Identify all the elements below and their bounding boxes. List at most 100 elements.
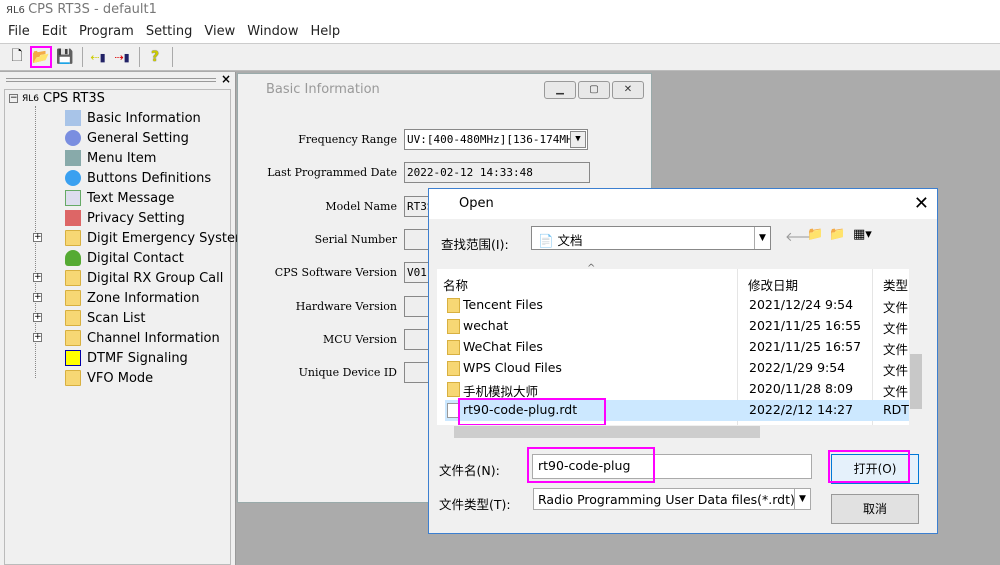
tree-item-label: Scan List (87, 310, 146, 326)
menu-window[interactable]: Window (241, 24, 304, 40)
open-folder-icon[interactable]: 📂 (30, 46, 52, 68)
expand-icon[interactable]: + (33, 273, 42, 282)
file-row[interactable]: wechat 2021/11/25 16:55 文件 (445, 316, 915, 337)
close-button[interactable]: ✕ (612, 81, 644, 99)
tree-view: − ЯL6 CPS RT3S Basic Information General Se… (4, 89, 248, 565)
tree-item-label: Privacy Setting (87, 210, 185, 226)
contact-icon (65, 250, 81, 266)
tree-item[interactable]: VFO Mode (65, 368, 153, 388)
filename-label: 文件名(N): (439, 463, 500, 478)
tree-item[interactable]: Channel Information (65, 328, 220, 348)
dialog-caption: Open (429, 189, 937, 219)
folder-icon (447, 319, 460, 334)
tree-item[interactable]: Digit Emergency System (65, 228, 248, 248)
tree-item-label: VFO Mode (87, 370, 154, 386)
tree-item[interactable]: Digital Contact (65, 248, 184, 268)
menu-view[interactable]: View (198, 24, 241, 40)
open-file-dialog: Open ✕ 查找范围(I): 📄 文档 ▼ 🡐 📁 📁 ▦▾ 名称 ^ 修改日期… (428, 188, 938, 534)
tree-item[interactable]: Basic Information (65, 108, 201, 128)
vertical-scrollbar[interactable] (909, 269, 923, 425)
field-label: Serial Number (314, 232, 397, 246)
horizontal-scrollbar[interactable] (437, 425, 923, 439)
tree-item-label: Text Message (87, 190, 175, 206)
file-row[interactable]: 手机模拟大师 2020/11/28 8:09 文件 (445, 379, 915, 400)
chevron-down-icon[interactable]: ▼ (570, 131, 586, 148)
cancel-button[interactable]: 取消 (831, 494, 919, 524)
file-row[interactable]: WeChat Files 2021/11/25 16:57 文件 (445, 337, 915, 358)
folder-icon (447, 382, 460, 397)
tree-item[interactable]: Digital RX Group Call (65, 268, 223, 288)
circle-button-icon (65, 170, 81, 186)
app-logo-icon: ЯL6 (6, 5, 29, 16)
column-type[interactable]: 类型 (883, 275, 908, 294)
up-folder-icon[interactable]: 📁 (807, 227, 823, 242)
collapse-icon[interactable]: − (9, 94, 18, 103)
field-label: CPS Software Version (274, 266, 397, 280)
window-title: CPS RT3S - default1 (28, 2, 157, 17)
lookin-select[interactable]: 📄 文档 ▼ (531, 226, 771, 250)
column-name[interactable]: 名称 (443, 275, 468, 294)
help-icon[interactable]: ? (144, 46, 166, 68)
expand-icon[interactable]: + (33, 233, 42, 242)
field-label: Hardware Version (295, 299, 397, 313)
tree-item[interactable]: Zone Information (65, 288, 199, 308)
menu-edit[interactable]: Edit (36, 24, 73, 40)
filetype-select[interactable]: Radio Programming User Data files(*.rdt)… (533, 488, 811, 510)
tree-item[interactable]: Scan List (65, 308, 145, 328)
tree-root[interactable]: − ЯL6 CPS RT3S (9, 91, 105, 106)
file-row[interactable]: WPS Cloud Files 2022/1/29 9:54 文件 (445, 358, 915, 379)
tree-item-label: DTMF Signaling (87, 350, 188, 366)
lookin-label: 查找范围(I): (441, 237, 509, 252)
highlight-box (458, 398, 606, 426)
highlight-box (527, 447, 655, 483)
close-icon[interactable]: ✕ (914, 193, 929, 214)
tree-item[interactable]: Buttons Definitions (65, 168, 211, 188)
folder-icon (65, 290, 81, 306)
field-value[interactable]: 2022-02-12 14:33:48 (404, 162, 590, 184)
save-icon[interactable]: 💾 (54, 46, 76, 68)
minimize-button[interactable]: ▁ (544, 81, 576, 99)
chevron-down-icon[interactable]: ▼ (794, 489, 810, 509)
read-from-radio-icon[interactable]: ⇠ ▮ (87, 46, 109, 68)
tree-item-label: General Setting (87, 130, 189, 146)
expand-icon[interactable]: + (33, 313, 42, 322)
file-row[interactable]: Tencent Files 2021/12/24 9:54 文件 (445, 295, 915, 316)
menu-setting[interactable]: Setting (140, 24, 199, 40)
folder-icon (65, 230, 81, 246)
close-panel-icon[interactable]: × (221, 72, 231, 86)
chevron-down-icon[interactable]: ▼ (754, 227, 770, 249)
tree-item[interactable]: DTMF Signaling (65, 348, 188, 368)
title-bar: ЯL6 CPS RT3S - default1 (0, 0, 1000, 21)
tree-item-label: Channel Information (87, 330, 220, 346)
folder-icon (447, 340, 460, 355)
folder-icon (447, 361, 460, 376)
tree-item-label: Basic Information (87, 110, 201, 126)
tree-item-label: Digital RX Group Call (87, 270, 224, 286)
field-label: MCU Version (322, 332, 397, 346)
menu-bar: File Edit Program Setting View Window He… (0, 21, 1000, 43)
toolbar: 🗋 📂 💾 ⇠ ▮ ⇢ ▮ ? (0, 43, 1000, 71)
new-folder-icon[interactable]: 📁 (829, 227, 845, 242)
highlight-box (828, 450, 910, 483)
tree-item[interactable]: Privacy Setting (65, 208, 185, 228)
write-to-radio-icon[interactable]: ⇢ ▮ (111, 46, 133, 68)
view-menu-icon[interactable]: ▦▾ (853, 227, 872, 242)
menu-program[interactable]: Program (73, 24, 140, 40)
field-label: Unique Device ID (298, 366, 397, 380)
tree-item-label: Menu Item (87, 150, 157, 166)
expand-icon[interactable]: + (33, 333, 42, 342)
menu-help[interactable]: Help (305, 24, 347, 40)
sort-ascending-icon: ^ (587, 263, 596, 274)
expand-icon[interactable]: + (33, 293, 42, 302)
tree-item[interactable]: Text Message (65, 188, 174, 208)
tree-item-label: Digital Contact (87, 250, 184, 266)
column-date[interactable]: 修改日期 (748, 275, 798, 294)
frequency-range-select[interactable]: UV:[400-480MHz][136-174MHz] ▼ (404, 129, 588, 150)
folder-open-icon (65, 370, 81, 386)
menu-file[interactable]: File (2, 24, 36, 40)
tree-item[interactable]: Menu Item (65, 148, 156, 168)
new-file-icon[interactable]: 🗋 (6, 46, 28, 68)
maximize-button[interactable]: ▢ (578, 81, 610, 99)
folder-icon (65, 310, 81, 326)
tree-item[interactable]: General Setting (65, 128, 189, 148)
